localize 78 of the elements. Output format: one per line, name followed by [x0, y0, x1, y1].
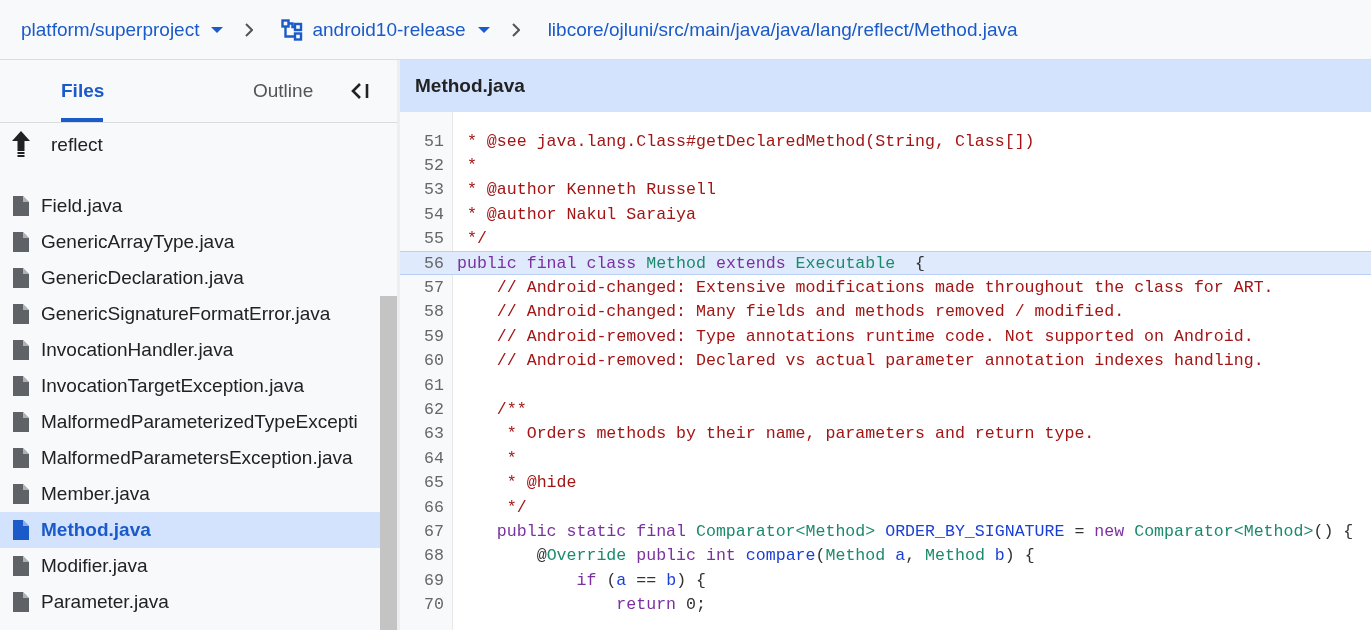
sidebar-tab[interactable]: Outline	[253, 60, 314, 122]
code-line: */	[505, 497, 527, 517]
line-number: 68	[423, 546, 444, 566]
chevron-right-icon	[245, 22, 254, 37]
scrollbar-thumb[interactable]	[380, 296, 397, 630]
line-number: 56	[423, 253, 444, 273]
line-number: 55	[423, 229, 444, 249]
file-icon	[13, 448, 29, 468]
code-line: // Android-changed: Many fields and methods removed / modified.	[495, 302, 1125, 322]
line-number: 58	[423, 302, 444, 322]
file-item[interactable]: GenericSignatureFormatError.java	[0, 296, 380, 332]
file-icon	[13, 592, 29, 612]
line-number: 67	[423, 521, 444, 541]
code-line: // Android-changed: Extensive modifications made throughout the class for ART.	[495, 278, 1274, 298]
file-item[interactable]: Method.java	[0, 512, 380, 548]
file-item[interactable]: MalformedParametersException.java	[0, 440, 380, 476]
line-number: 57	[423, 278, 444, 298]
code-line: if (a == b) {	[575, 570, 706, 590]
line-number: 64	[423, 448, 444, 468]
sidebar-tab[interactable]: Files	[61, 60, 103, 122]
file-item[interactable]: MalformedParameterizedTypeExcepti	[0, 404, 380, 440]
code-line: * @see java.lang.Class#getDeclaredMethod(String, Class[])	[465, 131, 1035, 151]
code-line: // Android-removed: Declared vs actual parameter annotation indexes handling.	[495, 351, 1264, 371]
dropdown-caret-icon[interactable]	[477, 26, 490, 33]
code-line: public final class Method extends Executable {	[457, 253, 926, 273]
line-number: 66	[423, 497, 444, 517]
branch-link[interactable]: android10-release	[312, 18, 466, 41]
code-line: @Override public int compare(Method a, Method b) {	[535, 546, 1035, 566]
code-line: return 0;	[615, 595, 706, 615]
line-number: 53	[423, 180, 444, 200]
file-item[interactable]: GenericArrayType.java	[0, 224, 380, 260]
line-number: 69	[423, 570, 444, 590]
file-item[interactable]: Field.java	[0, 188, 380, 224]
file-item[interactable]: Modifier.java	[0, 548, 380, 584]
file-icon	[13, 232, 29, 252]
code-line: * Orders methods by their name, parameters and return type.	[505, 424, 1095, 444]
code-line: *	[505, 448, 517, 468]
file-icon	[13, 268, 29, 288]
code-line: *	[465, 156, 477, 176]
line-number: 59	[423, 326, 444, 346]
file-icon	[13, 376, 29, 396]
file-icon	[13, 304, 29, 324]
code-line: // Android-removed: Type annotations runtime code. Not supported on Android.	[495, 326, 1254, 346]
file-item[interactable]: GenericDeclaration.java	[0, 260, 380, 296]
branch-icon	[281, 18, 304, 41]
code-line: public static final Comparator<Method> ORDER_BY_SIGNATURE = new Comparator<Method>() {	[495, 521, 1354, 541]
chevron-right-icon	[511, 22, 520, 37]
code-line: * @author Kenneth Russell	[465, 180, 716, 200]
file-path-link[interactable]: libcore/ojluni/src/main/java/java/lang/reflect/Method.java	[547, 18, 1018, 41]
line-number: 60	[423, 351, 444, 371]
folder-name: reflect	[51, 134, 103, 156]
file-icon	[13, 412, 29, 432]
file-icon	[13, 520, 29, 540]
code-line: * @hide	[505, 473, 577, 493]
project-link[interactable]: platform/superproject	[21, 18, 200, 41]
code-line: /**	[495, 400, 527, 419]
line-number: 62	[423, 400, 444, 419]
collapse-panel-icon[interactable]	[350, 81, 371, 101]
code-line: * @author Nakul Saraiya	[465, 204, 696, 224]
file-item[interactable]: Parameter.java	[0, 584, 380, 620]
line-number: 61	[423, 375, 444, 395]
file-item[interactable]: InvocationTargetException.java	[0, 368, 380, 404]
line-number: 54	[423, 204, 444, 224]
line-number: 51	[423, 131, 444, 151]
file-item[interactable]: InvocationHandler.java	[0, 332, 380, 368]
line-number: 70	[423, 595, 444, 615]
line-number: 52	[423, 156, 444, 176]
line-number: 63	[423, 424, 444, 444]
file-item[interactable]: Member.java	[0, 476, 380, 512]
dropdown-caret-icon[interactable]	[211, 26, 224, 33]
file-icon	[13, 484, 29, 504]
line-number: 65	[423, 473, 444, 493]
file-icon	[13, 196, 29, 216]
file-icon	[13, 556, 29, 576]
code-line: */	[465, 229, 487, 249]
file-title: Method.java	[415, 75, 525, 97]
file-icon	[13, 340, 29, 360]
up-arrow-icon[interactable]	[11, 131, 31, 159]
